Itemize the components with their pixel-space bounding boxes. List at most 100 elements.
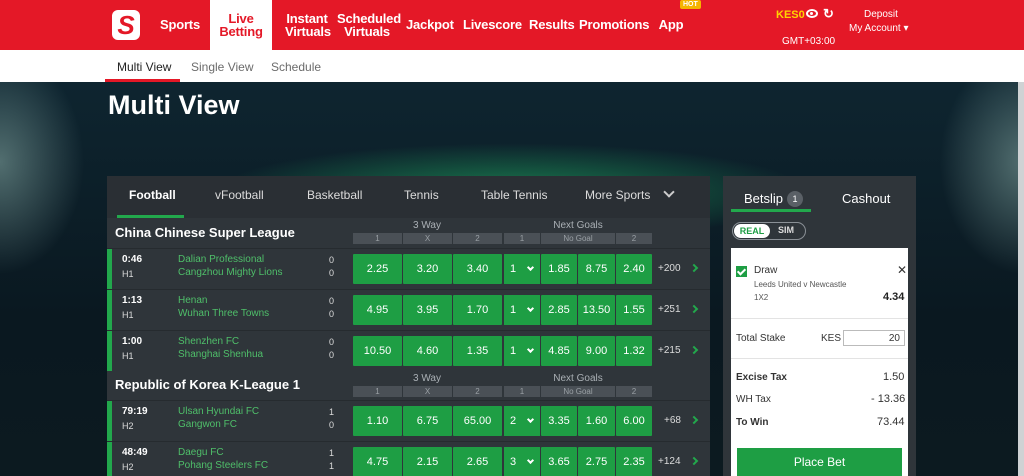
goal-number-select[interactable]: 1 <box>504 295 540 325</box>
odd-home[interactable]: 4.75 <box>353 447 402 476</box>
away-team[interactable]: Pohang Steelers FC <box>178 460 268 471</box>
tab-vfootball[interactable]: vFootball <box>215 188 264 202</box>
odd-away[interactable]: 1.35 <box>453 336 502 366</box>
odd-draw[interactable]: 3.95 <box>403 295 452 325</box>
nav-app[interactable]: App <box>656 18 686 31</box>
nav-results[interactable]: Results <box>529 18 575 31</box>
tab-more-sports[interactable]: More Sports <box>585 188 650 202</box>
odd-draw[interactable]: 3.20 <box>403 254 452 284</box>
goal-number-select[interactable]: 1 <box>504 336 540 366</box>
nav-jackpot[interactable]: Jackpot <box>406 18 454 31</box>
odd-draw[interactable]: 4.60 <box>403 336 452 366</box>
odd-away[interactable]: 2.65 <box>453 447 502 476</box>
more-markets[interactable]: +251 <box>658 304 681 315</box>
chevron-right-icon[interactable] <box>689 415 699 425</box>
subnav-single-view[interactable]: Single View <box>191 60 253 74</box>
refresh-icon[interactable]: ↻ <box>823 6 834 22</box>
odd-next-goal-home[interactable]: 1.85 <box>541 254 577 284</box>
page-scrollbar[interactable] <box>1018 82 1024 476</box>
chevron-down-icon[interactable] <box>663 186 675 198</box>
deposit-link[interactable]: Deposit <box>864 9 898 20</box>
chevron-right-icon[interactable] <box>689 345 699 355</box>
odd-home[interactable]: 1.10 <box>353 406 402 436</box>
odd-away[interactable]: 3.40 <box>453 254 502 284</box>
mode-real[interactable]: REAL <box>734 224 770 238</box>
odd-no-goal[interactable]: 1.60 <box>578 406 615 436</box>
odd-draw[interactable]: 2.15 <box>403 447 452 476</box>
odd-home[interactable]: 4.95 <box>353 295 402 325</box>
stake-input[interactable] <box>843 330 905 346</box>
home-team[interactable]: Ulsan Hyundai FC <box>178 406 259 417</box>
more-markets[interactable]: +215 <box>658 345 681 356</box>
home-team[interactable]: Henan <box>178 295 207 306</box>
match-row[interactable]: 1:13 H1 Henan Wuhan Three Towns 0 0 4.95… <box>107 289 710 330</box>
odd-next-goal-away[interactable]: 6.00 <box>616 406 652 436</box>
odd-next-goal-home[interactable]: 4.85 <box>541 336 577 366</box>
tab-cashout[interactable]: Cashout <box>842 191 890 206</box>
tab-betslip[interactable]: Betslip 1 <box>744 191 804 207</box>
odd-next-goal-away[interactable]: 2.35 <box>616 447 652 476</box>
my-account-menu[interactable]: My Account ▾ <box>849 23 909 34</box>
tab-basketball[interactable]: Basketball <box>307 188 362 202</box>
odd-away[interactable]: 1.70 <box>453 295 502 325</box>
match-row[interactable]: 1:00 H1 Shenzhen FC Shanghai Shenhua 0 0… <box>107 330 710 371</box>
match-row[interactable]: 48:49 H2 Daegu FC Pohang Steelers FC 1 1… <box>107 441 710 476</box>
subnav-schedule[interactable]: Schedule <box>271 60 321 74</box>
odd-draw[interactable]: 6.75 <box>403 406 452 436</box>
goal-number-select[interactable]: 1 <box>504 254 540 284</box>
odd-no-goal[interactable]: 8.75 <box>578 254 615 284</box>
more-markets[interactable]: +124 <box>658 456 681 467</box>
more-markets[interactable]: +200 <box>658 263 681 274</box>
nav-promotions[interactable]: Promotions <box>579 18 649 31</box>
chevron-right-icon[interactable] <box>689 304 699 314</box>
away-team[interactable]: Cangzhou Mighty Lions <box>178 267 283 278</box>
match-time: 1:13 <box>122 295 143 306</box>
odd-home[interactable]: 10.50 <box>353 336 402 366</box>
eye-icon[interactable] <box>806 9 818 18</box>
nav-live-betting[interactable]: Live Betting <box>210 0 272 50</box>
nav-livescore[interactable]: Livescore <box>463 18 522 31</box>
odd-no-goal[interactable]: 9.00 <box>578 336 615 366</box>
home-team[interactable]: Dalian Professional <box>178 254 264 265</box>
home-team[interactable]: Shenzhen FC <box>178 336 239 347</box>
away-team[interactable]: Wuhan Three Towns <box>178 308 269 319</box>
odd-home[interactable]: 2.25 <box>353 254 402 284</box>
odd-next-goal-away[interactable]: 2.40 <box>616 254 652 284</box>
subnav-multi-view[interactable]: Multi View <box>117 60 171 74</box>
selection-odds: 4.34 <box>883 291 905 303</box>
odd-away[interactable]: 65.00 <box>453 406 502 436</box>
real-sim-toggle[interactable]: REAL SIM <box>732 222 806 240</box>
tab-football[interactable]: Football <box>129 188 176 202</box>
odd-next-goal-away[interactable]: 1.55 <box>616 295 652 325</box>
chevron-right-icon[interactable] <box>689 456 699 466</box>
mode-sim[interactable]: SIM <box>778 225 794 235</box>
tab-table-tennis[interactable]: Table Tennis <box>481 188 548 202</box>
place-bet-button[interactable]: Place Bet <box>737 448 902 476</box>
selection-checkbox[interactable] <box>736 266 747 277</box>
nav-scheduled-virtuals[interactable]: Scheduled Virtuals <box>337 12 401 38</box>
odd-next-goal-home[interactable]: 3.35 <box>541 406 577 436</box>
away-score: 0 <box>329 350 335 360</box>
more-markets[interactable]: +68 <box>664 415 681 426</box>
market-header-3way: 3 Way <box>413 220 441 231</box>
match-row[interactable]: 79:19 H2 Ulsan Hyundai FC Gangwon FC 1 0… <box>107 400 710 441</box>
odd-next-goal-away[interactable]: 1.32 <box>616 336 652 366</box>
nav-sports[interactable]: Sports <box>160 18 200 31</box>
odd-no-goal[interactable]: 13.50 <box>578 295 615 325</box>
divider <box>731 358 908 359</box>
away-team[interactable]: Shanghai Shenhua <box>178 349 263 360</box>
chevron-right-icon[interactable] <box>689 263 699 273</box>
odd-no-goal[interactable]: 2.75 <box>578 447 615 476</box>
away-score: 0 <box>329 420 335 430</box>
odd-next-goal-home[interactable]: 2.85 <box>541 295 577 325</box>
goal-number-select[interactable]: 3 <box>504 447 540 476</box>
goal-number-select[interactable]: 2 <box>504 406 540 436</box>
away-team[interactable]: Gangwon FC <box>178 419 237 430</box>
close-icon[interactable]: ✕ <box>897 263 907 277</box>
nav-instant-virtuals[interactable]: Instant Virtuals <box>285 12 331 38</box>
odd-next-goal-home[interactable]: 3.65 <box>541 447 577 476</box>
tab-tennis[interactable]: Tennis <box>404 188 439 202</box>
home-team[interactable]: Daegu FC <box>178 447 224 458</box>
brand-logo[interactable]: S <box>112 10 140 40</box>
match-row[interactable]: 0:46 H1 Dalian Professional Cangzhou Mig… <box>107 248 710 289</box>
